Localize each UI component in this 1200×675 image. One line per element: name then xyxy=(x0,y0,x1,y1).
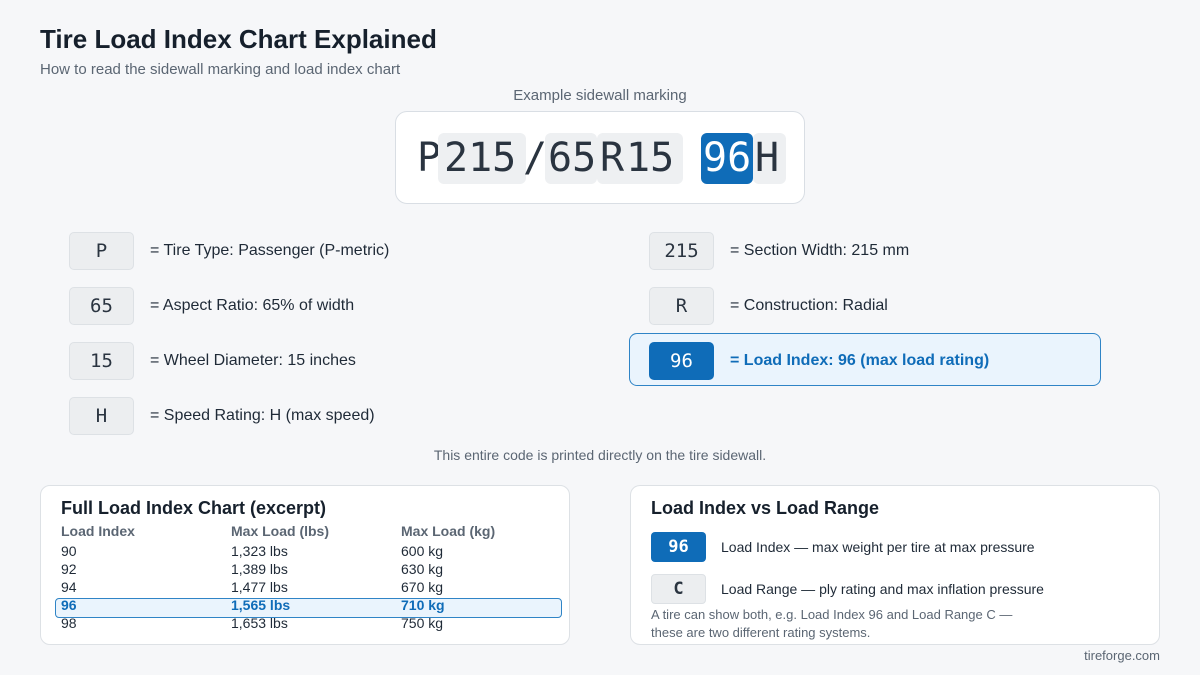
footer-brand: tireforge.com xyxy=(1084,648,1160,663)
marking-segment-slash: / xyxy=(523,135,548,181)
legend-desc: = Wheel Diameter: 15 inches xyxy=(150,352,356,369)
column-header: Max Load (kg) xyxy=(401,523,496,539)
table-cell: 98 xyxy=(61,615,77,631)
legend-desc: = Aspect Ratio: 65% of width xyxy=(150,297,355,314)
table-cell: 600 kg xyxy=(401,543,444,559)
panel-title: Load Index vs Load Range xyxy=(651,498,880,518)
code-chip: 65 xyxy=(69,287,134,325)
page-title: Tire Load Index Chart Explained xyxy=(40,24,437,54)
highlighted-row-frame xyxy=(55,598,562,618)
legend-desc: = Construction: Radial xyxy=(730,297,888,314)
table-cell: 710 kg xyxy=(401,597,445,613)
code-chip: 15 xyxy=(69,342,134,380)
page-subtitle: How to read the sidewall marking and loa… xyxy=(40,61,401,78)
table-cell: 1,477 lbs xyxy=(231,579,288,595)
comparison-panel: Load Index vs Load Range 96 Load Index —… xyxy=(630,485,1160,645)
table-cell: 96 xyxy=(61,597,77,613)
example-label: Example sidewall marking xyxy=(513,87,687,104)
code-chip: R xyxy=(649,287,714,325)
comparison-desc: Load Range — ply rating and max inflatio… xyxy=(721,581,1044,597)
table-cell: 92 xyxy=(61,561,77,577)
table-cell: 630 kg xyxy=(401,561,444,577)
column-header: Load Index xyxy=(61,523,135,539)
table-cell: 90 xyxy=(61,543,77,559)
code-chip: H xyxy=(69,397,134,435)
marking-segment-diameter: 15 xyxy=(626,135,675,181)
table-cell: 1,389 lbs xyxy=(231,561,288,577)
code-chip: 215 xyxy=(649,232,714,270)
legend-desc: = Section Width: 215 mm xyxy=(730,242,910,259)
table-cell: 94 xyxy=(61,579,77,595)
legend-desc: = Speed Rating: H (max speed) xyxy=(150,407,375,424)
table-cell: 1,565 lbs xyxy=(231,597,291,613)
sidewall-note: This entire code is printed directly on … xyxy=(433,447,767,463)
load-index-chart-panel: Full Load Index Chart (excerpt) Load Ind… xyxy=(40,485,570,645)
table-cell: 670 kg xyxy=(401,579,444,595)
table-cell: 1,653 lbs xyxy=(231,615,288,631)
code-chip: 96 xyxy=(651,532,706,562)
marking-segment-width: 215 xyxy=(438,133,526,184)
legend-desc: = Tire Type: Passenger (P-metric) xyxy=(150,242,390,259)
comparison-note: these are two different rating systems. xyxy=(651,625,871,640)
panel-title: Full Load Index Chart (excerpt) xyxy=(61,498,327,518)
column-header: Max Load (lbs) xyxy=(231,523,330,539)
table-cell: 1,323 lbs xyxy=(231,543,288,559)
sidewall-marking: P 215 / 65 R 15 96 H xyxy=(395,111,805,204)
marking-segment-load-index: 96 xyxy=(701,133,753,184)
code-chip: 96 xyxy=(649,342,714,380)
marking-segment-speed: H xyxy=(753,133,786,184)
code-chip: C xyxy=(651,574,706,604)
comparison-note: A tire can show both, e.g. Load Index 96… xyxy=(651,607,1013,622)
marking-segment-aspect: 65 xyxy=(545,133,597,184)
table-cell: 750 kg xyxy=(401,615,444,631)
comparison-desc: Load Index — max weight per tire at max … xyxy=(721,539,1035,555)
legend-desc: = Load Index: 96 (max load rating) xyxy=(730,352,990,369)
code-chip: P xyxy=(69,232,134,270)
